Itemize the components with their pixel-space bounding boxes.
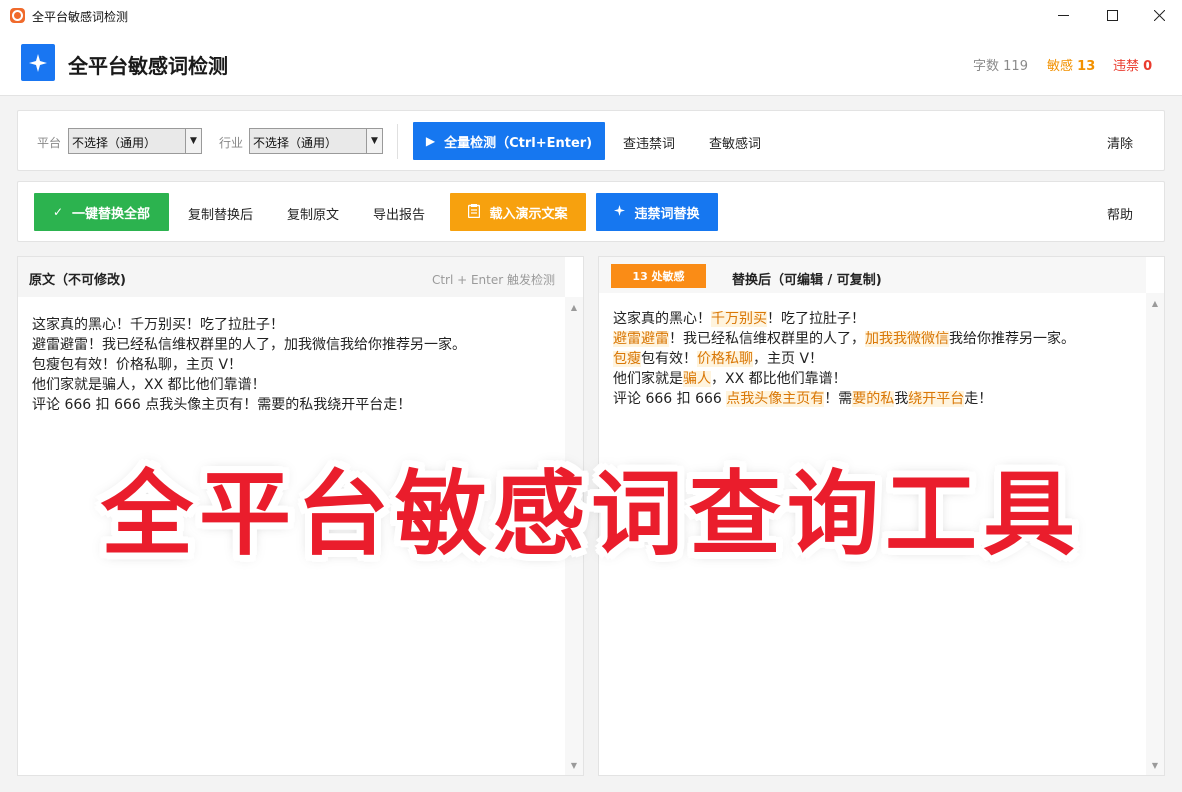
close-icon <box>1153 10 1165 21</box>
original-text-area[interactable]: 这家真的黑心！千万别买！吃了拉肚子！ 避雷避雷！我已经私信维权群里的人了，加我微信… <box>32 315 559 415</box>
char-count-value: 119 <box>1003 59 1028 74</box>
close-button[interactable] <box>1136 0 1182 31</box>
app-icon <box>10 8 25 23</box>
sensitive-word-highlight[interactable]: 绕开平台 <box>908 391 965 407</box>
window-title: 全平台敏感词检测 <box>32 10 129 24</box>
text-line: 避雷避雷！我已经私信维权群里的人了，加我微信我给你推荐另一家。 <box>32 337 466 353</box>
text-segment: 他们家就是 <box>613 371 683 387</box>
platform-select-value: 不选择（通用） <box>72 136 157 150</box>
minimize-icon <box>1057 15 1069 16</box>
text-line: 避雷避雷！我已经私信维权群里的人了，加我我微微信我给你推荐另一家。 <box>613 329 1140 349</box>
scroll-up-icon[interactable]: ▲ <box>1146 295 1164 311</box>
sensitive-count-label: 敏感 <box>1047 59 1074 74</box>
copy-replaced-button[interactable]: 复制替换后 <box>188 204 253 223</box>
scroll-up-icon[interactable]: ▲ <box>565 299 583 315</box>
clear-button[interactable]: 清除 <box>1107 133 1133 152</box>
sensitive-word-highlight[interactable]: 包瘦 <box>613 351 641 367</box>
replace-all-button[interactable]: ✓ 一键替换全部 <box>34 193 169 231</box>
char-count-label: 字数 <box>973 59 1000 74</box>
replaced-panel-title: 替换后（可编辑 / 可复制) <box>732 273 882 288</box>
scroll-down-icon[interactable]: ▼ <box>565 757 583 773</box>
original-panel-header: 原文（不可修改) Ctrl + Enter 触发检测 <box>18 257 565 297</box>
toolbar-divider <box>397 124 398 159</box>
maximize-icon <box>1106 10 1118 21</box>
maximize-button[interactable] <box>1089 0 1135 31</box>
industry-select-value: 不选择（通用） <box>253 136 338 150</box>
load-demo-label: 载入演示文案 <box>489 206 568 222</box>
sensitive-word-highlight[interactable]: 骗人 <box>683 371 711 387</box>
text-line: 评论 666 扣 666 点我头像主页有！需要的私我绕开平台走！ <box>613 389 1140 409</box>
play-icon: ▶ <box>425 134 436 148</box>
platform-select[interactable]: 不选择（通用） ▼ <box>68 128 202 154</box>
detect-shortcut-hint: Ctrl + Enter 触发检测 <box>431 273 555 287</box>
help-button[interactable]: 帮助 <box>1107 204 1133 223</box>
sparkle-logo-icon <box>21 44 55 81</box>
text-segment: ！我已经私信维权群里的人了， <box>669 331 865 347</box>
banned-count-label: 违禁 <box>1113 59 1140 74</box>
original-panel-title: 原文（不可修改) <box>29 273 126 288</box>
industry-label: 行业 <box>219 136 244 150</box>
sensitive-word-highlight[interactable]: 要的私 <box>852 391 895 407</box>
banned-replace-label: 违禁词替换 <box>634 206 700 222</box>
text-segment: 这家真的黑心！ <box>613 311 711 327</box>
chevron-down-icon: ▼ <box>185 129 201 153</box>
title-bar: 全平台敏感词检测 <box>0 0 1182 31</box>
banned-replace-button[interactable]: 违禁词替换 <box>596 193 718 231</box>
full-detect-label: 全量检测（Ctrl+Enter) <box>444 135 593 151</box>
text-line: 包瘦包有效！价格私聊，主页 V！ <box>32 357 243 373</box>
platform-label: 平台 <box>37 136 62 150</box>
text-line: 这家真的黑心！千万别买！吃了拉肚子！ <box>613 309 1140 329</box>
text-segment: 评论 666 扣 666 <box>613 391 727 407</box>
sensitive-word-highlight[interactable]: 价格私聊 <box>697 351 753 367</box>
minimize-button[interactable] <box>1040 0 1086 31</box>
banned-count: 违禁 0 <box>1113 55 1152 74</box>
detect-toolbar: 平台 不选择（通用） ▼ 行业 不选择（通用） ▼ ▶ 全量检测（Ctrl+En… <box>17 110 1165 171</box>
check-banned-button[interactable]: 查违禁词 <box>623 133 675 152</box>
text-line: 评论 666 扣 666 点我头像主页有！需要的私我绕开平台走！ <box>32 397 412 413</box>
clipboard-icon <box>468 203 481 221</box>
replaced-panel-header: 13 处敏感 替换后（可编辑 / 可复制) <box>599 257 1146 293</box>
sparkle-icon <box>614 205 626 219</box>
copy-original-button[interactable]: 复制原文 <box>287 204 339 223</box>
app-window: 全平台敏感词检测 全平台敏感词检测 字数 119 敏感 13 违禁 0 平台 不… <box>0 0 1182 792</box>
replace-all-label: 一键替换全部 <box>72 206 151 222</box>
text-line: 包瘦包有效！价格私聊，主页 V！ <box>613 349 1140 369</box>
text-segment: 走！ <box>964 391 993 407</box>
action-toolbar: ✓ 一键替换全部 复制替换后 复制原文 导出报告 载入演示文案 违禁词替换 帮助 <box>17 181 1165 242</box>
load-demo-button[interactable]: 载入演示文案 <box>450 193 586 231</box>
replaced-text-area[interactable]: 这家真的黑心！千万别买！吃了拉肚子！ 避雷避雷！我已经私信维权群里的人了，加我我微… <box>613 309 1140 409</box>
industry-select[interactable]: 不选择（通用） ▼ <box>249 128 383 154</box>
sensitive-count-value: 13 <box>1077 59 1096 74</box>
check-sensitive-button[interactable]: 查敏感词 <box>709 133 761 152</box>
app-title: 全平台敏感词检测 <box>68 54 228 78</box>
sensitive-count: 敏感 13 <box>1047 55 1095 74</box>
text-segment: ，主页 V！ <box>753 351 824 367</box>
banned-count-value: 0 <box>1143 59 1153 74</box>
app-header: 全平台敏感词检测 字数 119 敏感 13 违禁 0 <box>0 31 1182 96</box>
text-segment: ，XX 都比他们靠谱！ <box>711 371 847 387</box>
text-line: 他们家就是骗人，XX 都比他们靠谱！ <box>32 377 266 393</box>
text-segment: ！需 <box>824 391 853 407</box>
text-line: 他们家就是骗人，XX 都比他们靠谱！ <box>613 369 1140 389</box>
sensitive-word-highlight[interactable]: 加我我微微信 <box>865 331 949 347</box>
sensitive-count-badge: 13 处敏感 <box>611 264 706 288</box>
export-report-button[interactable]: 导出报告 <box>373 204 425 223</box>
text-segment: 包有效！ <box>641 351 697 367</box>
text-segment: ！吃了拉肚子！ <box>767 311 865 327</box>
text-segment: 我 <box>894 391 909 407</box>
check-icon: ✓ <box>52 205 64 219</box>
text-line: 这家真的黑心！千万别买！吃了拉肚子！ <box>32 317 284 333</box>
promo-banner-text: 全平台敏感词查询工具 <box>100 461 1081 568</box>
sensitive-word-highlight[interactable]: 千万别买 <box>711 311 767 327</box>
text-segment: 我给你推荐另一家。 <box>949 331 1075 347</box>
sensitive-word-highlight[interactable]: 点我头像主页有 <box>726 391 825 407</box>
sensitive-word-highlight[interactable]: 避雷避雷 <box>613 331 669 347</box>
scroll-down-icon[interactable]: ▼ <box>1146 757 1164 773</box>
char-count: 字数 119 <box>973 55 1028 74</box>
chevron-down-icon: ▼ <box>366 129 382 153</box>
full-detect-button[interactable]: ▶ 全量检测（Ctrl+Enter) <box>413 122 605 160</box>
